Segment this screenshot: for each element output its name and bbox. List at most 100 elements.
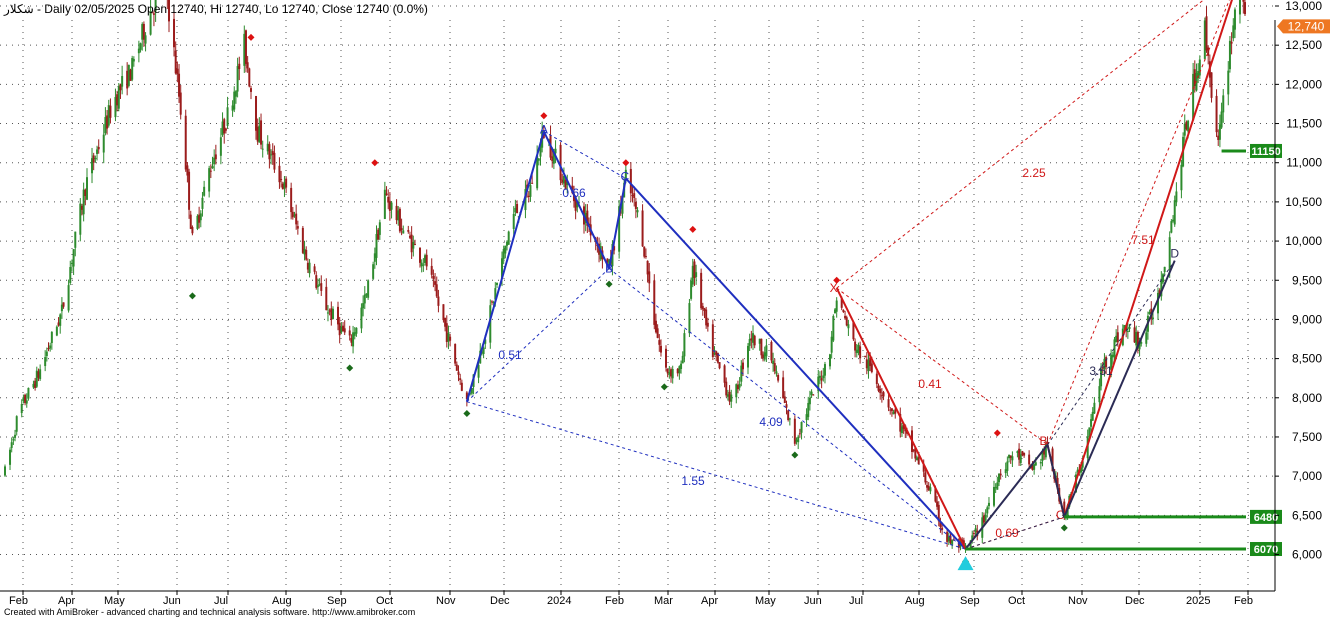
candle-body — [102, 134, 105, 153]
candle-body — [184, 115, 187, 170]
candle-body — [531, 182, 534, 184]
candle-body — [1034, 462, 1037, 466]
candle-body — [435, 284, 438, 297]
candle-body — [807, 402, 810, 418]
candle-body — [1173, 200, 1176, 225]
candle-body — [189, 214, 192, 229]
price-axis-label: 9,000 — [1292, 312, 1322, 326]
candle-body — [845, 317, 848, 326]
candle-body — [753, 335, 756, 346]
candle-body — [173, 18, 176, 48]
price-axis-label: 10,500 — [1285, 195, 1322, 209]
candle-body — [718, 362, 721, 369]
date-axis-label: Jun — [163, 595, 181, 607]
candle-body — [808, 397, 811, 405]
candle-body — [249, 88, 252, 92]
candle-body — [797, 436, 800, 443]
candle-body — [50, 331, 53, 344]
candle-body — [870, 363, 873, 373]
candle-body — [859, 346, 862, 359]
candle-body — [27, 387, 30, 399]
candle-body — [879, 389, 882, 394]
date-axis-label: Jun — [804, 595, 822, 607]
candle-body — [1238, 0, 1241, 15]
candle-body — [1019, 454, 1022, 463]
candle-body — [1039, 462, 1042, 464]
price-chart[interactable]: 0.660.514.091.55ABC0.410.697.512.25XBCD3… — [0, 0, 1336, 619]
candle-body — [680, 363, 683, 369]
candle-body — [454, 343, 457, 364]
candle-body — [72, 249, 75, 267]
candle-body — [664, 348, 667, 368]
candle-body — [139, 43, 142, 50]
candle-body — [1180, 164, 1183, 191]
candle-body — [658, 340, 661, 345]
candle-body — [671, 369, 674, 379]
candle-body — [1210, 72, 1213, 98]
candle-body — [432, 276, 435, 279]
candle-body — [413, 244, 416, 246]
price-axis-label: 7,000 — [1292, 469, 1322, 483]
candle-body — [457, 371, 460, 375]
date-axis-label: Nov — [1068, 595, 1088, 607]
candle-body — [711, 324, 714, 358]
candle-body — [854, 341, 857, 351]
candle-body — [1011, 456, 1014, 461]
candle-body — [929, 487, 932, 492]
candle-body — [449, 336, 452, 341]
candle-body — [700, 272, 703, 309]
pattern2-ratio-xb: 0.41 — [918, 377, 942, 391]
price-axis-label: 13,000 — [1285, 0, 1322, 13]
pattern2-ratio-bd: 7.51 — [1131, 233, 1155, 247]
candle-body — [209, 170, 212, 172]
candle-body — [246, 62, 249, 69]
candle-body — [706, 322, 709, 327]
candle-body — [972, 533, 975, 535]
candle-body — [291, 211, 294, 218]
candle-body — [996, 482, 999, 490]
candle-body — [828, 354, 831, 367]
candle-body — [495, 282, 498, 285]
candle-body — [9, 449, 12, 465]
pattern1-label-b: B — [605, 261, 613, 275]
candle-body — [419, 247, 422, 263]
candle-body — [537, 158, 540, 161]
candle-body — [1162, 274, 1165, 283]
candle-body — [238, 63, 241, 70]
candle-body — [211, 166, 214, 169]
candle-body — [316, 285, 319, 287]
candle-body — [144, 35, 147, 44]
date-axis-label: May — [755, 595, 776, 607]
candle-body — [121, 76, 124, 87]
candle-body — [325, 286, 328, 311]
candle-body — [775, 371, 778, 374]
pattern3-ratio-bd: 3.51 — [1089, 364, 1113, 378]
candle-body — [378, 222, 381, 235]
candle-body — [1242, 0, 1245, 2]
price-axis-label: 8,500 — [1292, 352, 1322, 366]
candle-body — [308, 262, 311, 274]
candle-body — [39, 369, 42, 380]
candle-body — [224, 128, 227, 131]
date-axis-label: Oct — [1008, 595, 1025, 607]
candle-body — [800, 422, 803, 433]
candle-body — [890, 408, 893, 412]
candle-body — [460, 382, 463, 391]
candle-body — [924, 472, 927, 483]
candle-body — [430, 265, 433, 275]
candle-body — [917, 457, 920, 465]
candle-body — [85, 177, 88, 200]
candle-body — [875, 373, 878, 385]
candle-body — [455, 364, 458, 371]
candle-body — [261, 148, 264, 150]
candle-body — [835, 300, 838, 312]
date-axis-label: Feb — [605, 595, 624, 607]
candle-body — [1028, 454, 1031, 465]
candle-body — [14, 434, 17, 438]
candle-body — [516, 203, 519, 214]
date-axis-label: Oct — [376, 595, 393, 607]
candle-body — [1230, 41, 1233, 44]
date-axis-label: Mar — [654, 595, 673, 607]
candle-body — [559, 144, 562, 181]
candle-body — [765, 345, 768, 357]
